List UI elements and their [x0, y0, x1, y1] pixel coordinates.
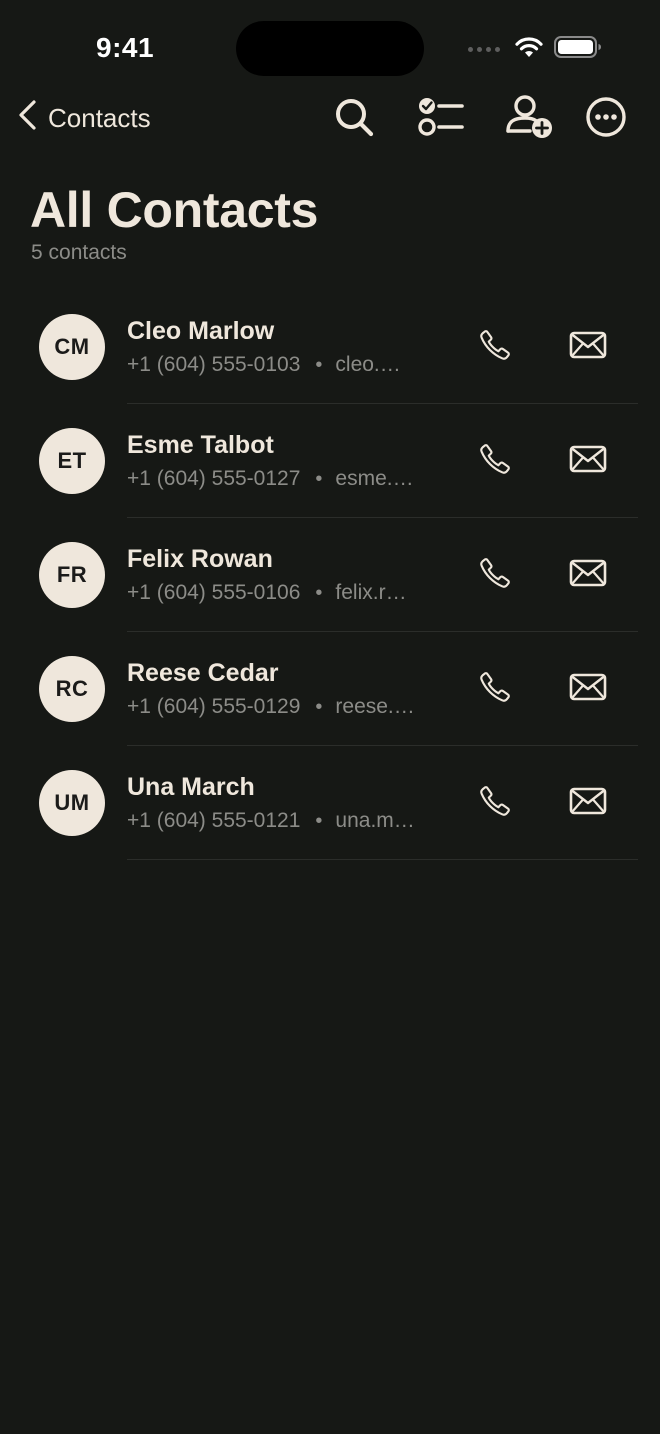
contact-row[interactable]: RC Reese Cedar +1 (604) 555-0129 • reese…	[0, 632, 660, 746]
navigation-bar: Contacts	[0, 92, 660, 144]
separator-dot: •	[315, 581, 323, 604]
email-button[interactable]	[565, 552, 611, 598]
avatar: UM	[39, 770, 105, 836]
envelope-icon	[569, 672, 607, 707]
contact-email: esme.…	[335, 467, 414, 490]
contact-details: +1 (604) 555-0129 • reese.…	[127, 695, 415, 719]
contact-details: +1 (604) 555-0103 • cleo.…	[127, 353, 401, 377]
separator-dot: •	[315, 809, 323, 832]
contact-row[interactable]: CM Cleo Marlow +1 (604) 555-0103 • cleo.…	[0, 290, 660, 404]
phone-icon	[478, 442, 512, 481]
dynamic-island	[236, 21, 424, 76]
separator-dot: •	[315, 467, 323, 490]
select-button[interactable]	[415, 94, 465, 144]
contact-name: Esme Talbot	[127, 431, 274, 459]
status-time: 9:41	[96, 32, 155, 63]
contact-phone: +1 (604) 555-0103	[127, 353, 301, 376]
avatar: ET	[39, 428, 105, 494]
contact-row[interactable]: FR Felix Rowan +1 (604) 555-0106 • felix…	[0, 518, 660, 632]
avatar: CM	[39, 314, 105, 380]
person-add-icon	[505, 94, 553, 145]
battery-icon	[554, 35, 602, 64]
contact-details: +1 (604) 555-0127 • esme.…	[127, 467, 414, 491]
wifi-icon	[514, 36, 544, 63]
contact-row[interactable]: UM Una March +1 (604) 555-0121 • una.m…	[0, 746, 660, 860]
contact-name: Felix Rowan	[127, 545, 273, 573]
call-button[interactable]	[472, 438, 518, 484]
avatar: FR	[39, 542, 105, 608]
contact-phone: +1 (604) 555-0106	[127, 581, 301, 604]
phone-icon	[478, 328, 512, 367]
cellular-signal-icon	[468, 46, 500, 52]
contact-row[interactable]: ET Esme Talbot +1 (604) 555-0127 • esme.…	[0, 404, 660, 518]
email-button[interactable]	[565, 438, 611, 484]
contact-phone: +1 (604) 555-0129	[127, 695, 301, 718]
chevron-left-icon	[16, 98, 40, 139]
call-button[interactable]	[472, 552, 518, 598]
contact-email: felix.r…	[335, 581, 407, 604]
contact-name: Cleo Marlow	[127, 317, 275, 345]
phone-icon	[478, 556, 512, 595]
phone-icon	[478, 784, 512, 823]
contact-name: Reese Cedar	[127, 659, 279, 687]
contact-name: Una March	[127, 773, 255, 801]
contact-count: 5 contacts	[31, 241, 127, 264]
envelope-icon	[569, 786, 607, 821]
contact-email: cleo.…	[335, 353, 401, 376]
avatar: RC	[39, 656, 105, 722]
contact-phone: +1 (604) 555-0121	[127, 809, 301, 832]
call-button[interactable]	[472, 324, 518, 370]
phone-icon	[478, 670, 512, 709]
back-button[interactable]: Contacts	[16, 92, 151, 144]
page-title: All Contacts	[30, 182, 319, 238]
back-label: Contacts	[48, 102, 151, 133]
email-button[interactable]	[565, 666, 611, 712]
search-icon	[333, 96, 375, 143]
envelope-icon	[569, 444, 607, 479]
contact-list: CM Cleo Marlow +1 (604) 555-0103 • cleo.…	[0, 290, 660, 860]
call-button[interactable]	[472, 780, 518, 826]
contact-details: +1 (604) 555-0121 • una.m…	[127, 809, 415, 833]
email-button[interactable]	[565, 324, 611, 370]
ellipsis-circle-icon	[585, 96, 627, 143]
checklist-icon	[416, 96, 464, 143]
row-divider	[127, 859, 638, 860]
search-button[interactable]	[329, 94, 379, 144]
status-bar: 9:41	[0, 0, 660, 96]
call-button[interactable]	[472, 666, 518, 712]
contact-email: reese.…	[335, 695, 415, 718]
contact-email: una.m…	[335, 809, 415, 832]
separator-dot: •	[315, 695, 323, 718]
contact-phone: +1 (604) 555-0127	[127, 467, 301, 490]
envelope-icon	[569, 558, 607, 593]
email-button[interactable]	[565, 780, 611, 826]
separator-dot: •	[315, 353, 323, 376]
add-contact-button[interactable]	[504, 94, 554, 144]
envelope-icon	[569, 330, 607, 365]
more-button[interactable]	[581, 94, 631, 144]
contact-details: +1 (604) 555-0106 • felix.r…	[127, 581, 407, 605]
status-icons	[468, 34, 602, 64]
